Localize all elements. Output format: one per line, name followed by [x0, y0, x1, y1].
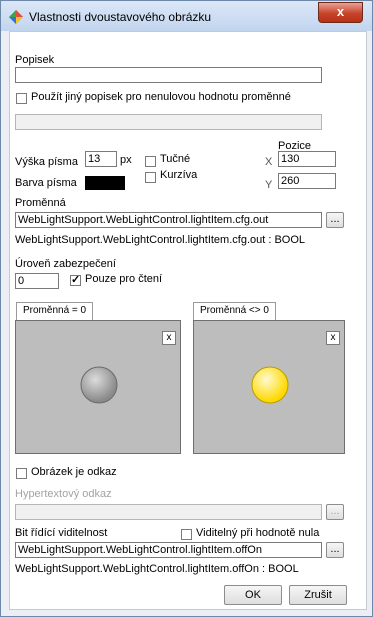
- caption-label: Popisek: [15, 54, 55, 66]
- variable-label: Proměnná: [15, 197, 66, 209]
- hypertext-input[interactable]: [15, 504, 322, 520]
- light-off-icon: [80, 366, 118, 404]
- dialog-window: Vlastnosti dvoustavového obrázku x Popis…: [0, 0, 373, 617]
- security-label: Úroveň zabezpečení: [15, 258, 116, 270]
- light-on-icon: [251, 366, 289, 404]
- tab-on-image[interactable]: Proměnná <> 0: [193, 302, 276, 320]
- italic-checkbox[interactable]: [145, 172, 156, 183]
- visibility-info: WebLightSupport.WebLightControl.lightIte…: [15, 563, 299, 575]
- on-image-panel[interactable]: x: [193, 320, 345, 454]
- clear-off-image-button[interactable]: x: [162, 331, 176, 345]
- title-bar[interactable]: Vlastnosti dvoustavového obrázku x: [1, 1, 372, 31]
- window-title: Vlastnosti dvoustavového obrázku: [29, 10, 212, 24]
- font-height-input[interactable]: 13: [85, 151, 117, 167]
- variable-input[interactable]: WebLightSupport.WebLightControl.lightIte…: [15, 212, 322, 228]
- readonly-label: Pouze pro čtení: [85, 273, 163, 285]
- variable-info: WebLightSupport.WebLightControl.lightIte…: [15, 234, 306, 246]
- bold-label: Tučné: [160, 153, 191, 165]
- visible-zero-checkbox[interactable]: [181, 529, 192, 540]
- y-position-input[interactable]: 260: [278, 173, 336, 189]
- visibility-input[interactable]: WebLightSupport.WebLightControl.lightIte…: [15, 542, 322, 558]
- image-link-label: Obrázek je odkaz: [31, 466, 117, 478]
- font-color-swatch[interactable]: [85, 176, 125, 190]
- image-link-checkbox[interactable]: [16, 468, 27, 479]
- alt-caption-input[interactable]: [15, 114, 322, 130]
- readonly-checkbox[interactable]: ✓: [70, 275, 81, 286]
- app-icon: [9, 10, 23, 24]
- font-height-label: Výška písma: [15, 156, 78, 168]
- italic-label: Kurzíva: [160, 169, 198, 181]
- cancel-button[interactable]: Zrušit: [289, 585, 347, 605]
- font-color-label: Barva písma: [15, 177, 77, 189]
- alt-caption-label: Použít jiný popisek pro nenulovou hodnot…: [31, 91, 291, 103]
- x-label: X: [265, 156, 273, 168]
- bold-checkbox[interactable]: [145, 156, 156, 167]
- alt-caption-checkbox[interactable]: [16, 93, 27, 104]
- visibility-label: Bit řídící viditelnost: [15, 527, 108, 539]
- x-position-input[interactable]: 130: [278, 151, 336, 167]
- y-label: Y: [265, 179, 273, 191]
- tab-off-image[interactable]: Proměnná = 0: [16, 302, 94, 320]
- variable-browse-button[interactable]: ...: [326, 212, 344, 228]
- ok-button[interactable]: OK: [224, 585, 282, 605]
- hypertext-label: Hypertextový odkaz: [15, 488, 112, 500]
- visible-zero-label: Viditelný při hodnotě nula: [196, 527, 320, 539]
- off-image-panel[interactable]: x: [15, 320, 181, 454]
- caption-input[interactable]: [15, 67, 322, 83]
- clear-on-image-button[interactable]: x: [326, 331, 340, 345]
- dialog-body: Popisek Použít jiný popisek pro nenulovo…: [9, 31, 367, 610]
- hypertext-browse-button[interactable]: ...: [326, 504, 344, 520]
- close-button[interactable]: x: [318, 2, 363, 23]
- visibility-browse-button[interactable]: ...: [326, 542, 344, 558]
- security-input[interactable]: 0: [15, 273, 59, 289]
- font-height-unit: px: [120, 154, 132, 166]
